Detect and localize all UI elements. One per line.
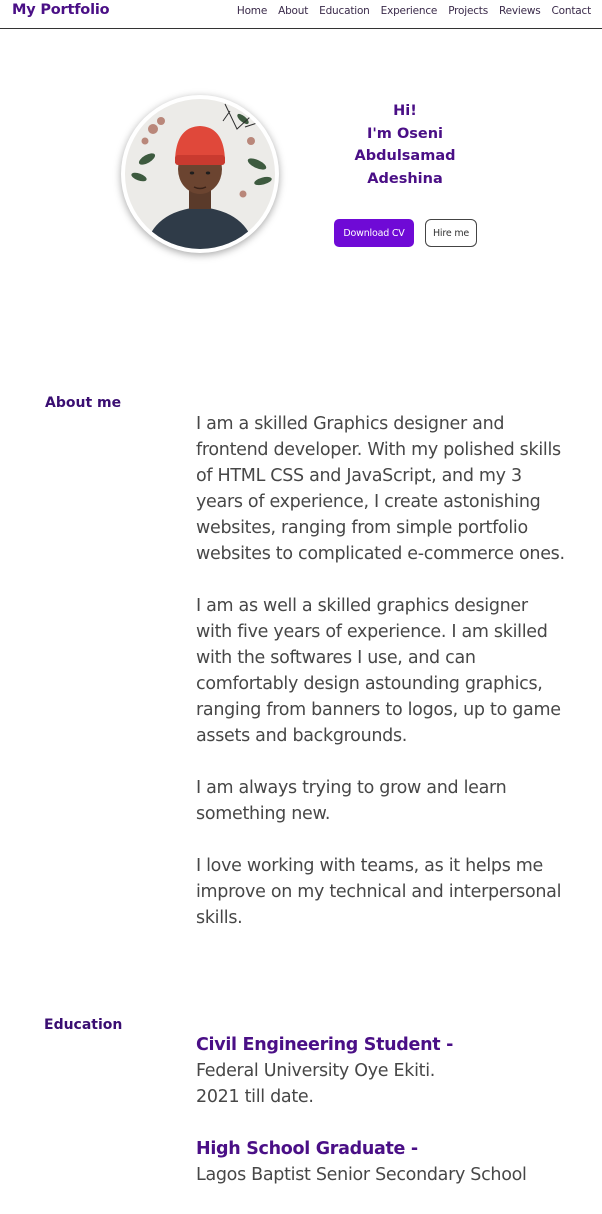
about-paragraph: I am as well a skilled graphics designer…: [196, 596, 561, 746]
about-paragraph: I am always trying to grow and learn som…: [196, 778, 507, 824]
education-school: Lagos Baptist Senior Secondary School: [196, 1165, 527, 1185]
hire-me-button[interactable]: Hire me: [425, 219, 477, 247]
profile-photo-frame: [121, 95, 279, 253]
education-title: Civil Engineering Student -: [196, 1035, 454, 1055]
education-section-title: Education: [44, 1017, 123, 1033]
education-item: High School Graduate - Lagos Baptist Sen…: [196, 1136, 576, 1188]
education-period: 2021 till date.: [196, 1087, 314, 1107]
nav-link-contact[interactable]: Contact: [552, 5, 592, 17]
greeting-line: I'm Oseni: [366, 125, 444, 142]
education-item: Civil Engineering Student - Federal Univ…: [196, 1032, 576, 1110]
about-paragraph: I am a skilled Graphics designer and fro…: [196, 414, 565, 564]
about-section-title: About me: [45, 395, 122, 411]
greeting-line: Abdulsamad: [354, 148, 456, 164]
nav-link-experience[interactable]: Experience: [381, 5, 438, 17]
profile-photo: [125, 99, 275, 249]
brand-logo[interactable]: My Portfolio: [12, 2, 110, 18]
nav-links: Home About Education Experience Projects…: [226, 5, 591, 17]
nav-link-about[interactable]: About: [278, 5, 308, 17]
download-cv-button[interactable]: Download CV: [334, 219, 414, 247]
nav-link-reviews[interactable]: Reviews: [499, 5, 541, 17]
greeting-line: Hi!: [393, 103, 417, 119]
nav-link-education[interactable]: Education: [319, 5, 370, 17]
nav-link-home[interactable]: Home: [237, 5, 267, 17]
education-title: High School Graduate -: [196, 1139, 418, 1159]
nav-link-projects[interactable]: Projects: [448, 5, 488, 17]
about-paragraph: I love working with teams, as it helps m…: [196, 856, 562, 928]
education-school: Federal University Oye Ekiti.: [196, 1061, 436, 1081]
top-navbar: My Portfolio Home About Education Experi…: [0, 0, 602, 29]
profile-photo-illustration: [125, 99, 275, 249]
about-section-body: I am a skilled Graphics designer and fro…: [196, 411, 568, 957]
hero-greeting: Hi! I'm Oseni Abdulsamad Adeshina: [330, 100, 480, 190]
education-list: Civil Engineering Student - Federal Univ…: [196, 1032, 576, 1214]
greeting-line: Adeshina: [367, 170, 443, 187]
